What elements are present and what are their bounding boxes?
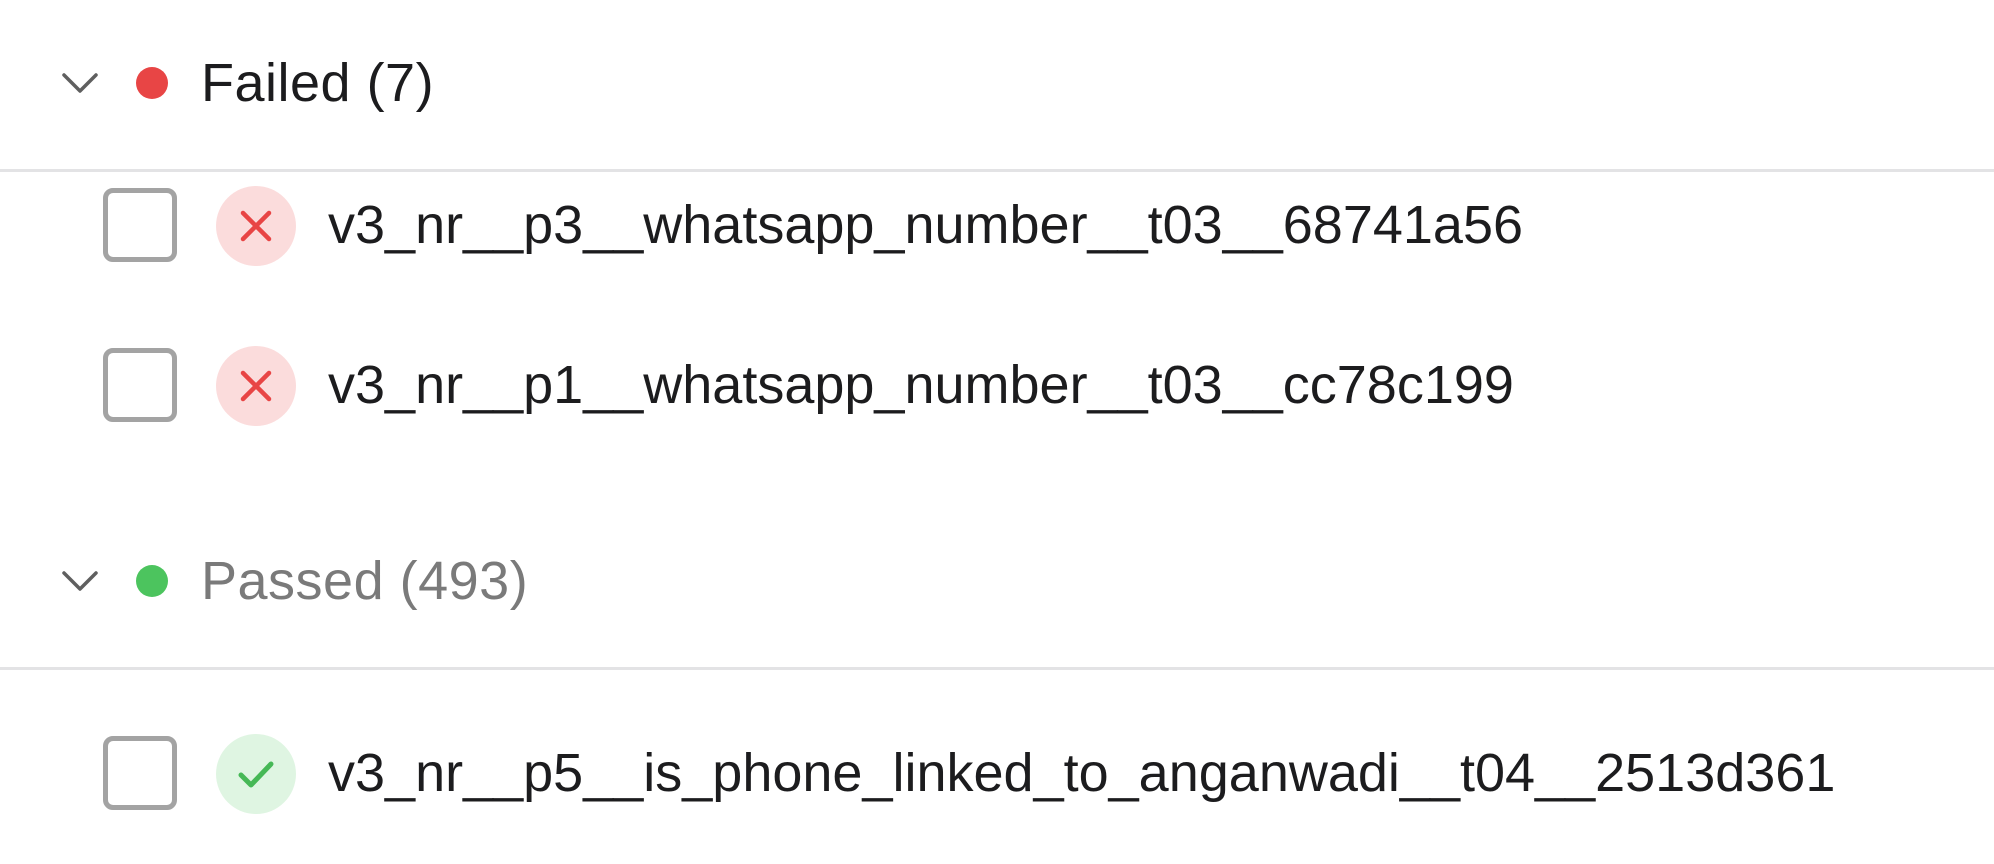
test-name[interactable]: v3_nr__p3__whatsapp_number__t03__68741a5… bbox=[328, 192, 1523, 258]
failed-status-icon bbox=[216, 186, 296, 266]
failed-status-icon bbox=[216, 346, 296, 426]
failed-group-title: Failed (7) bbox=[201, 53, 435, 113]
divider bbox=[0, 169, 1994, 172]
x-icon bbox=[240, 210, 272, 242]
test-name[interactable]: v3_nr__p1__whatsapp_number__t03__cc78c19… bbox=[328, 352, 1514, 418]
test-row[interactable]: v3_nr__p1__whatsapp_number__t03__cc78c19… bbox=[0, 340, 1994, 436]
x-icon bbox=[240, 370, 272, 402]
test-name[interactable]: v3_nr__p5__is_phone_linked_to_anganwadi_… bbox=[328, 740, 1835, 806]
check-icon bbox=[238, 761, 274, 788]
row-checkbox[interactable] bbox=[103, 348, 177, 422]
chevron-down-icon[interactable] bbox=[58, 61, 102, 105]
passed-group-header[interactable]: Passed (493) bbox=[0, 526, 1994, 636]
passed-status-dot bbox=[136, 565, 168, 597]
row-checkbox[interactable] bbox=[103, 188, 177, 262]
failed-status-dot bbox=[136, 67, 168, 99]
passed-group-title: Passed (493) bbox=[201, 551, 529, 611]
divider bbox=[0, 667, 1994, 670]
row-checkbox[interactable] bbox=[103, 736, 177, 810]
test-row[interactable]: v3_nr__p5__is_phone_linked_to_anganwadi_… bbox=[0, 728, 1994, 824]
chevron-down-icon[interactable] bbox=[58, 559, 102, 603]
passed-status-icon bbox=[216, 734, 296, 814]
failed-group-header[interactable]: Failed (7) bbox=[0, 28, 1994, 138]
test-row[interactable]: v3_nr__p3__whatsapp_number__t03__68741a5… bbox=[0, 180, 1994, 276]
